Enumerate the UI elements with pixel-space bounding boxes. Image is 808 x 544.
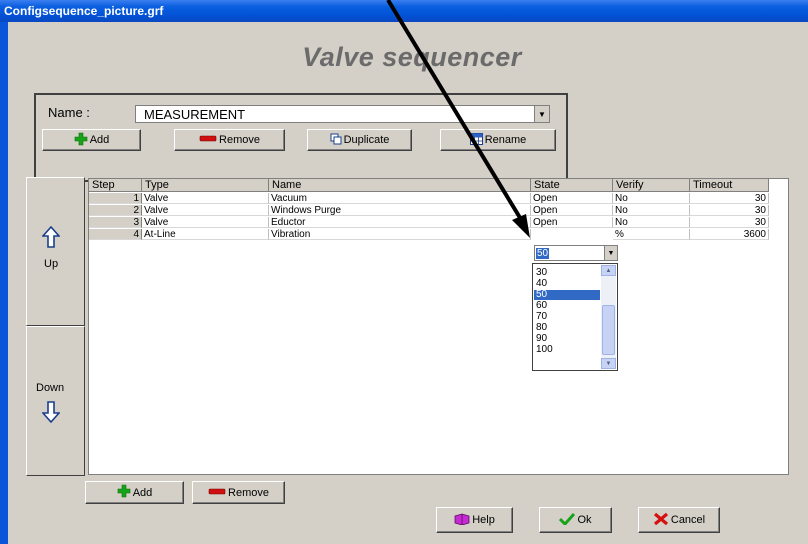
green-plus-icon (74, 132, 88, 149)
scroll-up-icon[interactable]: ▲ (601, 265, 616, 276)
cell-timeout[interactable]: 30 (690, 193, 769, 204)
cancel-button[interactable]: Cancel (638, 507, 720, 533)
duplicate-sequence-button[interactable]: Duplicate (307, 129, 412, 151)
cell-step[interactable]: 3 (89, 217, 142, 228)
column-header-timeout[interactable]: Timeout (690, 179, 769, 192)
chevron-down-icon[interactable]: ▼ (534, 106, 549, 122)
cell-state[interactable]: Open (531, 217, 613, 228)
red-minus-icon (208, 487, 226, 499)
add-step-button[interactable]: Add (85, 481, 184, 504)
cell-verify[interactable]: No (613, 193, 690, 204)
cell-type[interactable]: At-Line (142, 229, 269, 240)
green-plus-icon (117, 484, 131, 501)
cell-step[interactable]: 2 (89, 205, 142, 216)
dropdown-option[interactable]: 70 (534, 312, 600, 322)
remove-step-button[interactable]: Remove (192, 481, 285, 504)
page-title: Valve sequencer (302, 42, 522, 72)
sequence-grid: Step Type Name State Verify Timeout 1 Va… (88, 178, 789, 475)
name-section: Name : MEASUREMENT ▼ Add Remove Duplicat… (34, 93, 568, 182)
remove-step-label: Remove (228, 486, 269, 499)
dropdown-scrollbar[interactable]: ▲ ▼ (601, 265, 616, 369)
cell-step[interactable]: 4 (89, 229, 142, 240)
cell-name[interactable]: Vibration (269, 229, 531, 240)
copy-icon (330, 133, 342, 148)
duplicate-sequence-label: Duplicate (343, 134, 390, 146)
name-combobox[interactable]: MEASUREMENT ▼ (135, 105, 550, 123)
ok-label: Ok (577, 514, 592, 526)
move-up-button[interactable]: Up (26, 177, 85, 326)
add-sequence-button[interactable]: Add (42, 129, 141, 151)
column-header-step[interactable]: Step (89, 179, 142, 192)
cell-type[interactable]: Valve (142, 217, 269, 228)
up-arrow-icon (41, 225, 61, 251)
grid-icon (469, 132, 483, 148)
cell-name[interactable]: Vacuum (269, 193, 531, 204)
cell-verify[interactable]: No (613, 205, 690, 216)
green-check-icon (559, 512, 576, 528)
red-x-icon (653, 512, 669, 529)
column-header-type[interactable]: Type (142, 179, 269, 192)
state-dropdown-list[interactable]: 30 40 50 60 70 80 90 100 ▲ ▼ (532, 263, 618, 371)
window-frame (0, 22, 8, 544)
move-down-button[interactable]: Down (26, 326, 85, 476)
chevron-down-icon[interactable]: ▼ (604, 246, 617, 260)
red-minus-icon (199, 134, 217, 146)
column-header-state[interactable]: State (531, 179, 613, 192)
scroll-down-icon[interactable]: ▼ (601, 358, 616, 369)
cell-verify[interactable]: No (613, 217, 690, 228)
name-label: Name : (48, 105, 90, 120)
state-dropdown-value: 50 (536, 248, 550, 259)
column-header-name[interactable]: Name (269, 179, 531, 192)
help-label: Help (472, 514, 495, 526)
dropdown-option[interactable]: 80 (534, 323, 600, 333)
cell-type[interactable]: Valve (142, 205, 269, 216)
cell-step[interactable]: 1 (89, 193, 142, 204)
cell-verify[interactable]: % (613, 229, 690, 240)
remove-sequence-label: Remove (219, 134, 260, 146)
dropdown-option[interactable]: 100 (534, 345, 600, 355)
rename-sequence-button[interactable]: Rename (440, 129, 556, 151)
dropdown-option[interactable]: 90 (534, 334, 600, 344)
cell-name[interactable]: Windows Purge (269, 205, 531, 216)
dropdown-option[interactable]: 40 (534, 279, 600, 289)
cancel-label: Cancel (670, 514, 706, 526)
add-step-label: Add (132, 486, 153, 499)
dropdown-option[interactable]: 30 (534, 268, 600, 278)
dropdown-option-selected[interactable]: 50 (534, 290, 600, 300)
cell-state[interactable]: Open (531, 205, 613, 216)
remove-sequence-button[interactable]: Remove (174, 129, 285, 151)
ok-button[interactable]: Ok (539, 507, 612, 533)
move-up-label: Up (44, 258, 59, 270)
scroll-thumb[interactable] (602, 305, 615, 355)
rename-sequence-label: Rename (484, 134, 527, 146)
cell-state[interactable]: Open (531, 193, 613, 204)
cell-timeout[interactable]: 30 (690, 217, 769, 228)
cell-name[interactable]: Eductor (269, 217, 531, 228)
help-button[interactable]: Help (436, 507, 513, 533)
cell-timeout[interactable]: 3600 (690, 229, 769, 240)
add-sequence-label: Add (89, 134, 110, 146)
window-title: Configsequence_picture.grf (4, 4, 164, 18)
name-combobox-value: MEASUREMENT (144, 107, 246, 122)
window-titlebar: Configsequence_picture.grf (0, 0, 808, 22)
dropdown-option[interactable]: 60 (534, 301, 600, 311)
cell-type[interactable]: Valve (142, 193, 269, 204)
cell-timeout[interactable]: 30 (690, 205, 769, 216)
down-arrow-icon (41, 401, 61, 426)
column-header-verify[interactable]: Verify (613, 179, 690, 192)
dialog-client-area: Valve sequencer Name : MEASUREMENT ▼ Add… (8, 22, 808, 544)
book-icon (454, 513, 470, 528)
move-down-label: Down (36, 382, 65, 394)
state-dropdown[interactable]: 50 ▼ (534, 245, 618, 261)
